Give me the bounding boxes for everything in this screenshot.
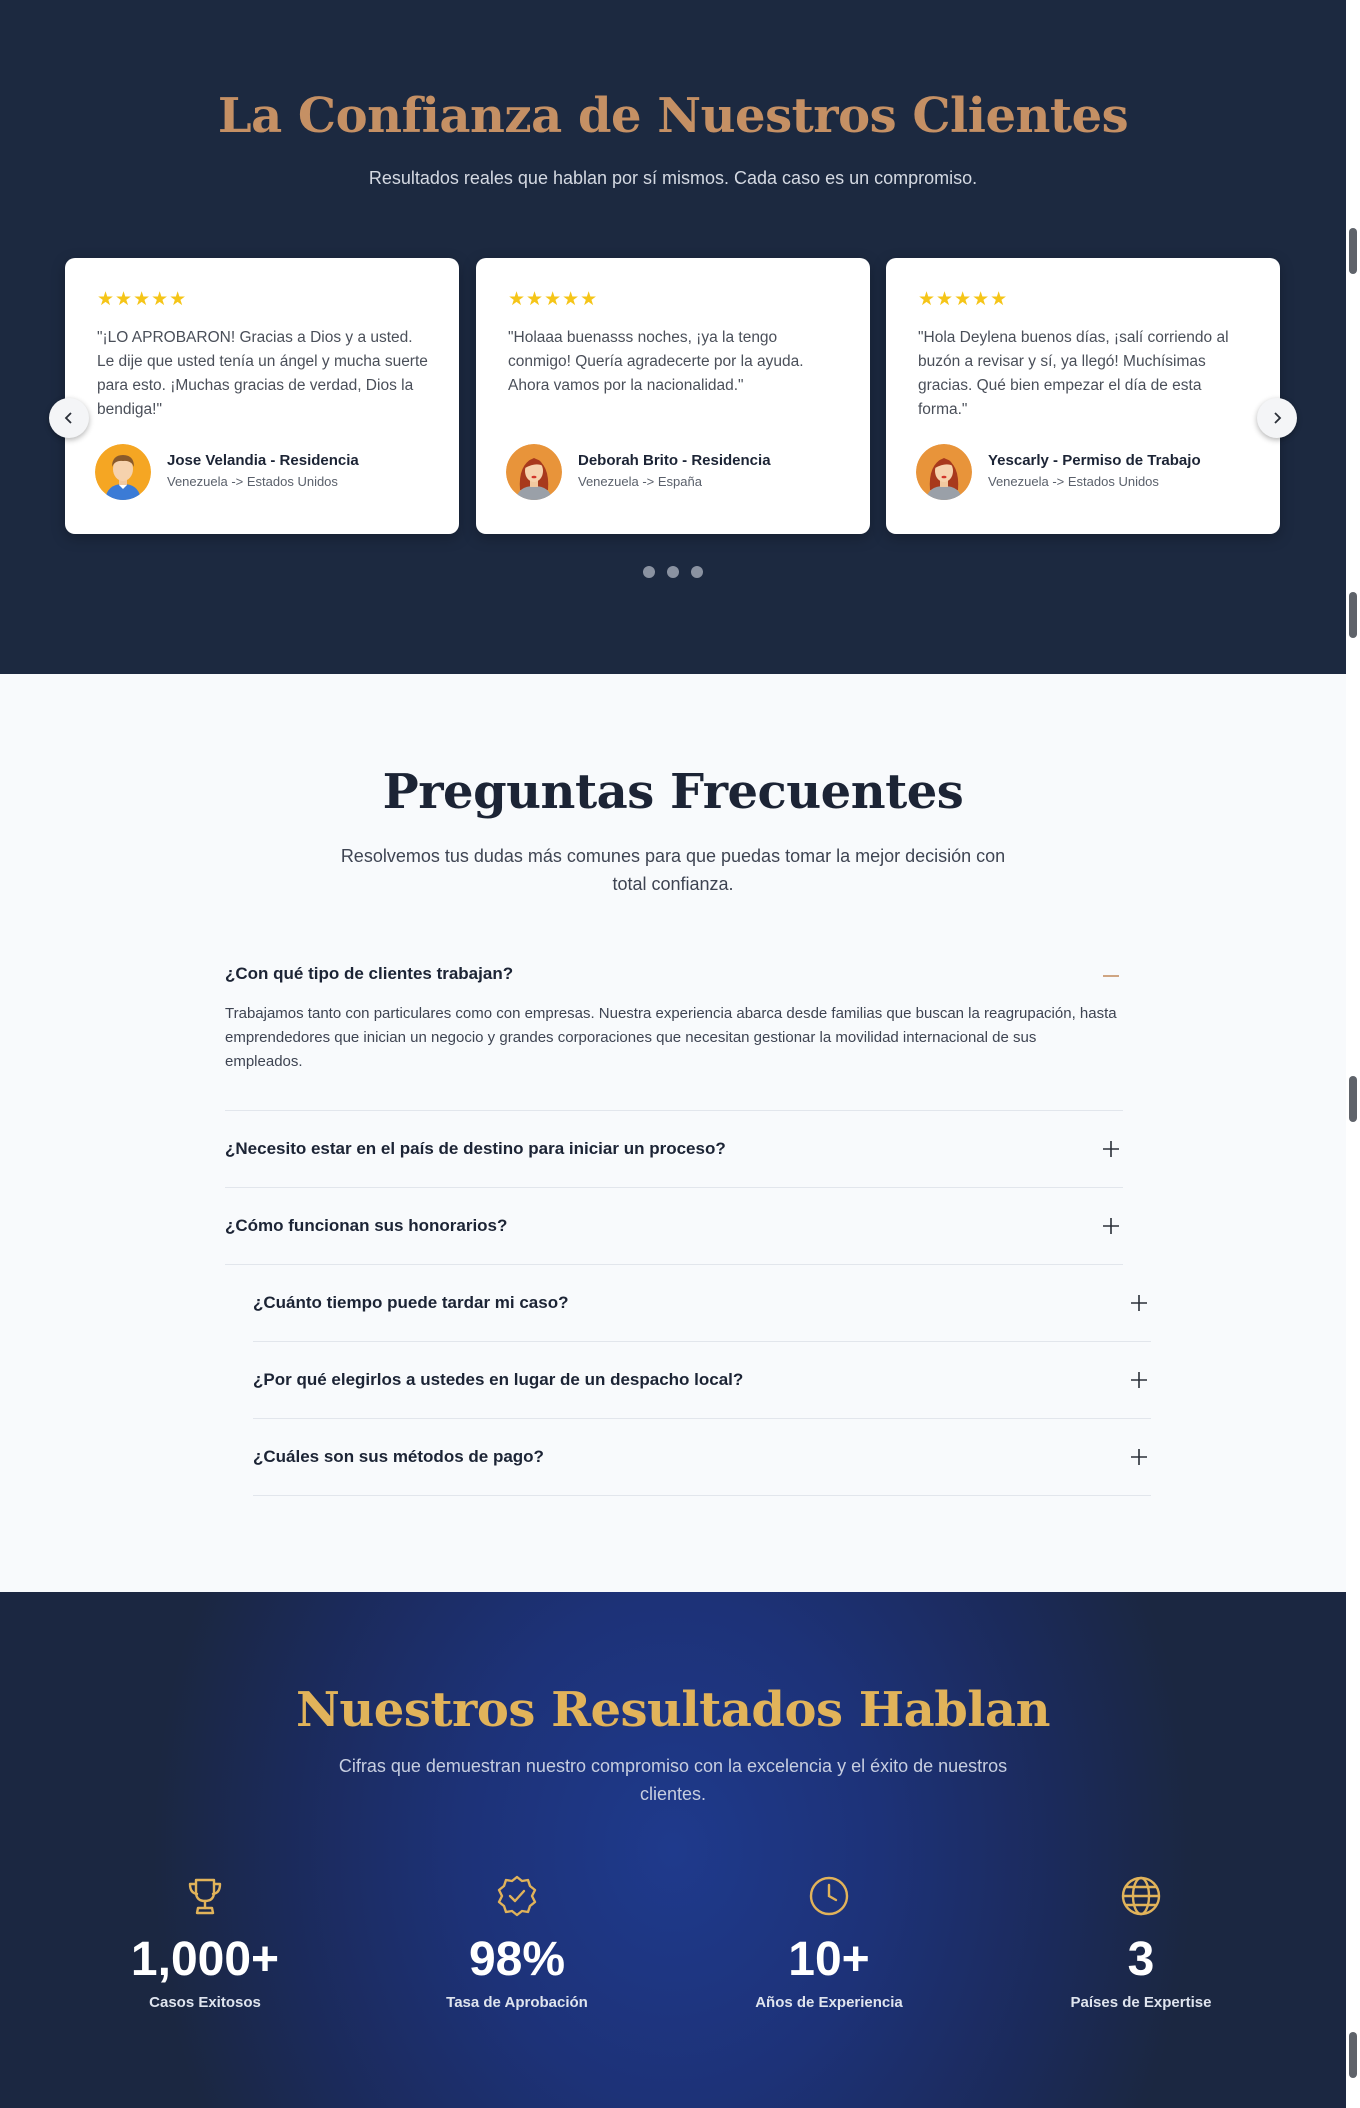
author-name: Yescarly - Permiso de Trabajo (988, 452, 1201, 469)
plus-icon[interactable] (1129, 1370, 1149, 1390)
rating-stars: ★★★★★ (918, 289, 1009, 310)
plus-icon[interactable] (1101, 1216, 1121, 1236)
chevron-right-icon (1274, 412, 1282, 424)
stat-item: 1,000+ Casos Exitosos (49, 1872, 361, 2011)
testimonials-title: La Confianza de Nuestros Clientes (217, 88, 1129, 144)
faq-question[interactable]: ¿Por qué elegirlos a ustedes en lugar de… (253, 1370, 743, 1390)
scroll-thumb[interactable] (1349, 228, 1357, 274)
plus-icon[interactable] (1129, 1293, 1149, 1313)
faq-item[interactable]: ¿Cuáles son sus métodos de pago? (253, 1419, 1151, 1496)
faq-item[interactable]: ¿Cómo funcionan sus honorarios? (225, 1188, 1123, 1265)
male-avatar-icon (95, 444, 151, 500)
scroll-thumb[interactable] (1349, 2032, 1357, 2078)
stat-value: 98% (468, 1933, 566, 1986)
stats-subtitle: Cifras que demuestran nuestro compromiso… (338, 1756, 1008, 1804)
faq-title: Preguntas Frecuentes (382, 764, 964, 820)
author-name: Deborah Brito - Residencia (578, 452, 771, 469)
faq-section: Preguntas Frecuentes Resolvemos tus duda… (0, 674, 1346, 1592)
faq-question[interactable]: ¿Con qué tipo de clientes trabajan? (225, 964, 513, 984)
rating-stars: ★★★★★ (508, 289, 599, 310)
testimonial-card: ★★★★★ "Hola Deylena buenos días, ¡salí c… (886, 258, 1280, 534)
carousel-next-button[interactable] (1257, 398, 1297, 438)
carousel-dot[interactable] (667, 566, 679, 578)
female-avatar-icon (506, 444, 562, 500)
author-route: Venezuela -> Estados Unidos (988, 474, 1159, 489)
faq-question[interactable]: ¿Cómo funcionan sus honorarios? (225, 1216, 507, 1236)
clock-icon (809, 1876, 849, 1916)
faq-question[interactable]: ¿Necesito estar en el país de destino pa… (225, 1139, 726, 1159)
stat-item: 10+ Años de Experiencia (673, 1872, 985, 2011)
testimonial-author: Deborah Brito - Residencia Venezuela -> … (506, 444, 846, 500)
testimonial-author: Yescarly - Permiso de Trabajo Venezuela … (916, 444, 1256, 500)
carousel-dot[interactable] (691, 566, 703, 578)
stat-value: 10+ (788, 1933, 870, 1986)
chevron-left-icon (64, 412, 72, 424)
faq-item[interactable]: ¿Necesito estar en el país de destino pa… (225, 1111, 1123, 1188)
testimonials-subtitle: Resultados reales que hablan por sí mism… (368, 168, 978, 188)
faq-item[interactable]: ¿Por qué elegirlos a ustedes en lugar de… (253, 1342, 1151, 1419)
testimonial-quote: "Holaaa buenasss noches, ¡ya la tengo co… (508, 329, 804, 394)
stats-section: Nuestros Resultados Hablan Cifras que de… (0, 1592, 1346, 2108)
faq-item[interactable]: ¿Con qué tipo de clientes trabajan? Trab… (225, 944, 1123, 1111)
stat-label: Casos Exitosos (149, 1994, 261, 2011)
minus-icon[interactable] (1101, 966, 1121, 986)
scroll-thumb[interactable] (1349, 592, 1357, 638)
stat-value: 1,000+ (130, 1933, 280, 1986)
stat-value: 3 (1127, 1933, 1155, 1986)
female-avatar-icon (916, 444, 972, 500)
rating-stars: ★★★★★ (97, 289, 188, 310)
faq-question[interactable]: ¿Cuánto tiempo puede tardar mi caso? (253, 1293, 569, 1313)
author-route: Venezuela -> España (578, 474, 702, 489)
scrollbar[interactable] (1346, 0, 1360, 2108)
testimonial-quote: "Hola Deylena buenos días, ¡salí corrien… (918, 329, 1229, 418)
testimonial-card: ★★★★★ "¡LO APROBARON! Gracias a Dios y a… (65, 258, 459, 534)
stats-title: Nuestros Resultados Hablan (296, 1682, 1050, 1738)
trophy-icon (188, 1878, 222, 1915)
plus-icon[interactable] (1129, 1447, 1149, 1467)
scroll-thumb[interactable] (1349, 1076, 1357, 1122)
badge-check-icon (497, 1875, 537, 1917)
faq-item[interactable]: ¿Cuánto tiempo puede tardar mi caso? (253, 1265, 1151, 1342)
plus-icon[interactable] (1101, 1139, 1121, 1159)
author-name: Jose Velandia - Residencia (167, 452, 359, 469)
faq-question[interactable]: ¿Cuáles son sus métodos de pago? (253, 1447, 544, 1467)
author-route: Venezuela -> Estados Unidos (167, 474, 338, 489)
stat-label: Países de Expertise (1070, 1994, 1212, 2011)
testimonial-card: ★★★★★ "Holaaa buenasss noches, ¡ya la te… (476, 258, 870, 534)
testimonial-author: Jose Velandia - Residencia Venezuela -> … (95, 444, 435, 500)
stat-label: Años de Experiencia (755, 1994, 903, 2011)
testimonials-section: La Confianza de Nuestros Clientes Result… (0, 0, 1346, 674)
stat-item: 3 Países de Expertise (985, 1872, 1297, 2011)
carousel-dot[interactable] (643, 566, 655, 578)
faq-subtitle: Resolvemos tus dudas más comunes para qu… (340, 846, 1006, 894)
carousel-dots (0, 566, 1346, 578)
carousel-prev-button[interactable] (49, 398, 89, 438)
faq-answer: Trabajamos tanto con particulares como c… (225, 1005, 1117, 1070)
stat-item: 98% Tasa de Aprobación (361, 1872, 673, 2011)
stat-label: Tasa de Aprobación (446, 1994, 588, 2011)
globe-icon (1121, 1876, 1161, 1916)
testimonial-quote: "¡LO APROBARON! Gracias a Dios y a usted… (97, 329, 428, 418)
